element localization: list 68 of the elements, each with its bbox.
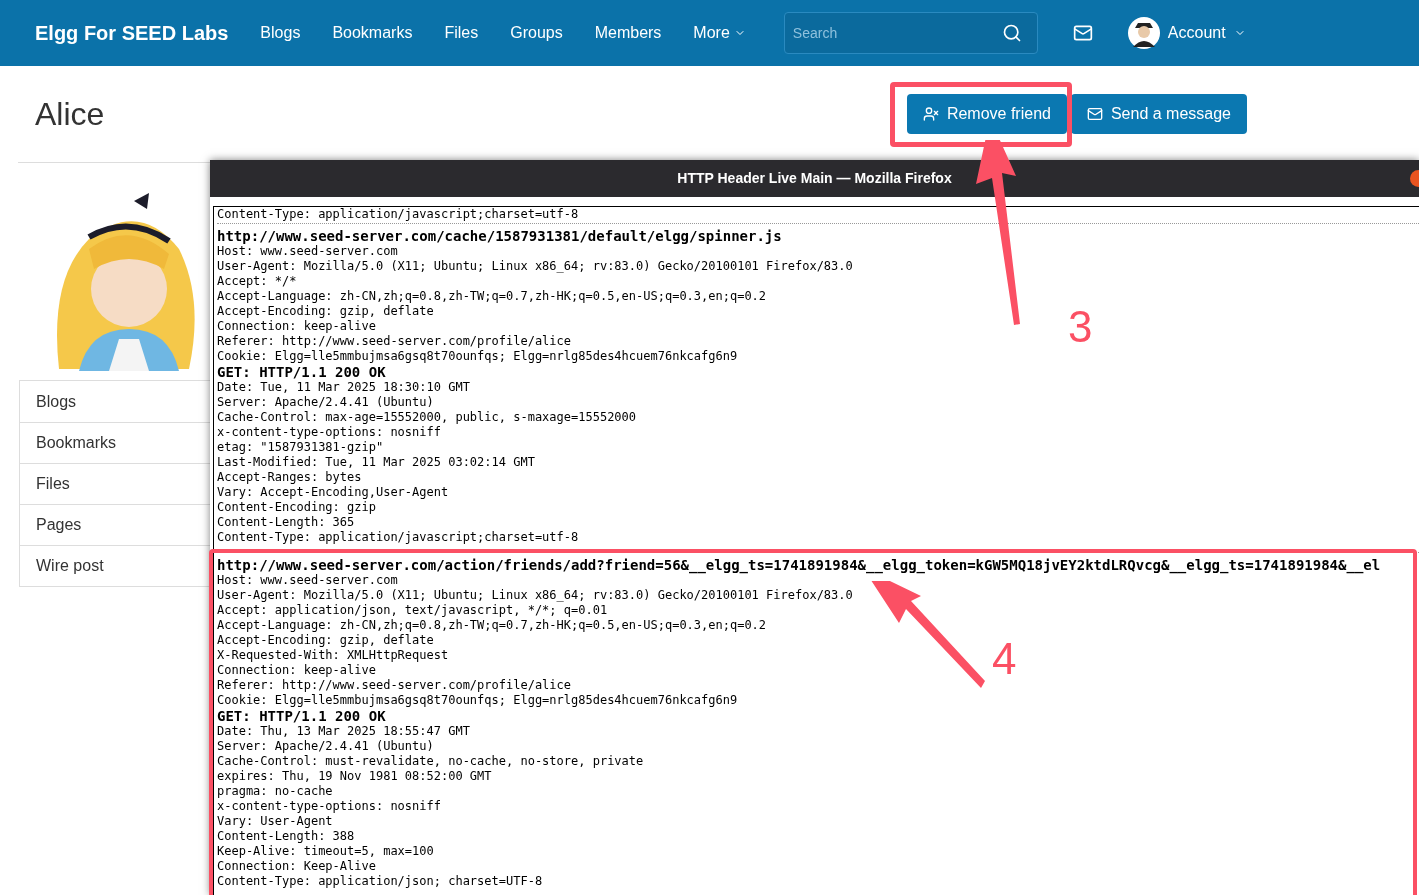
- header-line: Last-Modified: Tue, 11 Mar 2025 03:02:14 GMT: [217, 455, 535, 470]
- search-icon[interactable]: [1001, 23, 1022, 43]
- nav-link[interactable]: Groups: [510, 21, 563, 45]
- request-url: http://www.seed-server.com/action/friends/add?friend=56&__elgg_ts=1741891984&__elgg_token=kGW5MQ18jvEY2ktdLRQvcg&__elgg_ts=1741891984&__el: [217, 557, 1381, 573]
- search-field[interactable]: Search: [783, 12, 1038, 54]
- header-line: pragma: no-cache: [217, 784, 333, 799]
- account-menu[interactable]: Account: [1127, 17, 1246, 49]
- site-brand[interactable]: Elgg For SEED Labs: [35, 18, 229, 48]
- header-line: Content-Length: 365: [217, 515, 355, 530]
- header-line: Accept: application/json, text/javascript, */*; q=0.01: [217, 603, 608, 618]
- header-line: Content-Type: application/json; charset=UTF-8: [217, 874, 543, 889]
- header-line: Server: Apache/2.4.41 (Ubuntu): [217, 739, 434, 754]
- annotation-number: 3: [1068, 305, 1093, 349]
- header-line: Accept-Language: zh-CN,zh;q=0.8,zh-TW;q=0.7,zh-HK;q=0.5,en-US;q=0.3,en;q=0.2: [217, 618, 767, 633]
- request-url: http://www.seed-server.com/cache/1587931381/default/elgg/spinner.js: [217, 228, 782, 244]
- profile-menu-item[interactable]: Blogs: [20, 381, 211, 422]
- header-line: Date: Tue, 11 Mar 2025 18:30:10 GMT: [217, 380, 470, 395]
- annotation-number: 4: [992, 637, 1017, 681]
- nav-link[interactable]: Members: [594, 21, 662, 45]
- header-line: Content-Encoding: gzip: [217, 500, 376, 515]
- response-status: GET: HTTP/1.1 200 OK: [217, 708, 386, 724]
- nav-link[interactable]: Bookmarks: [332, 21, 413, 45]
- header-line: Content-Type: application/javascript;charset=utf-8: [217, 530, 579, 545]
- header-line: Host: www.seed-server.com: [217, 244, 398, 259]
- header-line: Content-Type: application/javascript;charset=utf-8: [217, 207, 579, 222]
- header-line: Referer: http://www.seed-server.com/profile/alice: [217, 334, 571, 349]
- header-line: Vary: User-Agent: [217, 814, 333, 829]
- user-remove-icon: [922, 106, 939, 122]
- header-line: Accept-Language: zh-CN,zh;q=0.8,zh-TW;q=0.7,zh-HK;q=0.5,en-US;q=0.3,en;q=0.2: [217, 289, 767, 304]
- header-line: x-content-type-options: nosniff: [217, 799, 441, 814]
- header-line: User-Agent: Mozilla/5.0 (X11; Ubuntu; Linux x86_64; rv:83.0) Gecko/20100101 Firefox/83.0: [217, 259, 853, 274]
- header-line: Host: www.seed-server.com: [217, 573, 398, 588]
- profile-action-button[interactable]: Remove friend: [906, 94, 1067, 134]
- header-line: Keep-Alive: timeout=5, max=100: [217, 844, 434, 859]
- header-line: Vary: Accept-Encoding,User-Agent: [217, 485, 449, 500]
- account-label: Account: [1167, 23, 1226, 43]
- header-line: x-content-type-options: nosniff: [217, 425, 441, 440]
- header-line: Accept-Ranges: bytes: [217, 470, 362, 485]
- header-line: Connection: keep-alive: [217, 663, 376, 678]
- header-line: expires: Thu, 19 Nov 1981 08:52:00 GMT: [217, 769, 492, 784]
- mail-icon[interactable]: [1072, 23, 1093, 43]
- header-line: Cookie: Elgg=lle5mmbujmsa6gsq8t70ounfqs; Elgg=nrlg85des4hcuem76nkcafg6n9: [217, 693, 738, 708]
- header-line: X-Requested-With: XMLHttpRequest: [217, 648, 449, 663]
- close-button[interactable]: [1410, 170, 1419, 187]
- header-line: Connection: keep-alive: [217, 319, 376, 334]
- profile-action-button[interactable]: Send a message: [1070, 94, 1247, 134]
- nav-link[interactable]: More: [693, 21, 746, 45]
- mail-icon: [1086, 106, 1103, 122]
- header-line: Accept: */*: [217, 274, 297, 289]
- header-line: Referer: http://www.seed-server.com/profile/alice: [217, 678, 571, 693]
- window-title: HTTP Header Live Main — Mozilla Firefox: [677, 169, 952, 188]
- response-status: GET: HTTP/1.1 200 OK: [217, 364, 386, 380]
- header-line: Cookie: Elgg=lle5mmbujmsa6gsq8t70ounfqs; Elgg=nrlg85des4hcuem76nkcafg6n9: [217, 349, 738, 364]
- header-line: User-Agent: Mozilla/5.0 (X11; Ubuntu; Linux x86_64; rv:83.0) Gecko/20100101 Firefox/83.0: [217, 588, 853, 603]
- header-line: Connection: Keep-Alive: [217, 859, 376, 874]
- header-line: Date: Thu, 13 Mar 2025 18:55:47 GMT: [217, 724, 470, 739]
- header-line: Cache-Control: must-revalidate, no-cache, no-store, private: [217, 754, 644, 769]
- avatar-icon: [1127, 17, 1160, 49]
- nav-link[interactable]: Files: [444, 21, 479, 45]
- header-line: Server: Apache/2.4.41 (Ubuntu): [217, 395, 434, 410]
- nav-link[interactable]: Blogs: [260, 21, 301, 45]
- header-line: Accept-Encoding: gzip, deflate: [217, 633, 434, 648]
- header-line: Content-Length: 388: [217, 829, 355, 844]
- profile-name: Alice: [35, 95, 105, 134]
- header-line: Accept-Encoding: gzip, deflate: [217, 304, 434, 319]
- header-line: etag: "1587931381-gzip": [217, 440, 384, 455]
- header-line: Cache-Control: max-age=15552000, public, s-maxage=15552000: [217, 410, 637, 425]
- profile-menu-item[interactable]: Wire post: [20, 545, 211, 586]
